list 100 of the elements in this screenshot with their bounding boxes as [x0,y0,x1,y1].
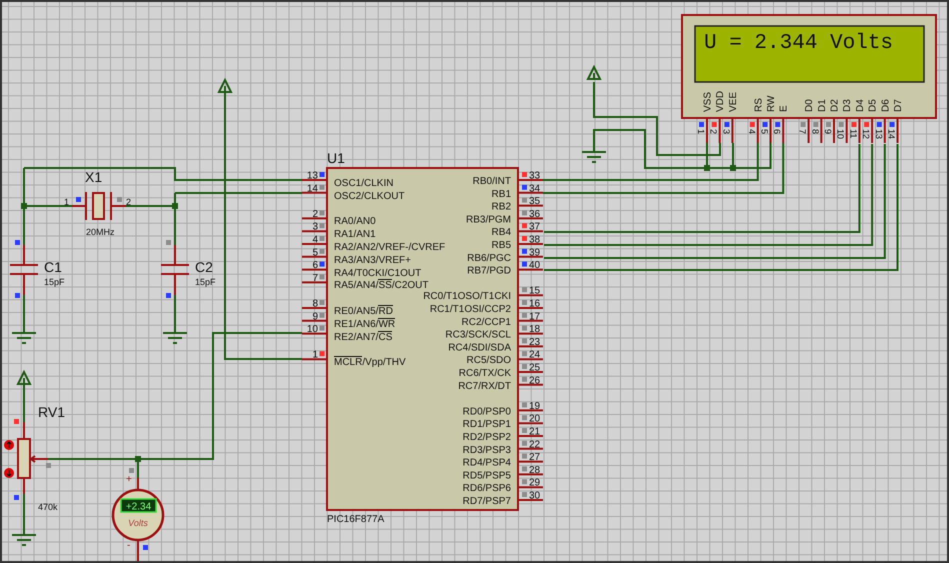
pin-number: 5 [760,129,770,134]
pin-label: RA4/T0CKI/C1OUT [334,266,422,278]
pin-number: 9 [312,311,318,322]
pin-number: 3 [312,222,318,233]
pin-number: 27 [529,452,540,464]
pin-number: 10 [836,129,846,140]
pin-label: RD4/PSP4 [462,458,511,469]
pin-lead [518,358,543,360]
pin-lead [302,192,327,194]
pin-label: MCLR/Vpp/THV [334,356,406,368]
ground-icon [582,151,606,163]
pin-lead [518,473,543,476]
pin-label: RW [766,96,777,112]
wire [23,494,25,535]
pin-label: OSC1/CLKIN [334,177,394,188]
pin-label: RA0/AN0 [334,215,376,226]
pin-number: 18 [529,324,540,336]
voltmeter-unit: Volts [128,518,148,528]
pin-lead [518,345,543,348]
voltmeter-display: +2.34 [120,498,157,513]
pin-number: 2 [312,208,318,220]
pin-label: RC3/SCK/SCL [445,330,511,341]
pin-label: E [778,105,790,112]
pin-number: 13 [306,170,318,182]
pin-lead [871,118,874,143]
pin-number: 24 [529,350,540,361]
pin-lead [808,118,810,143]
pin-label: RB5 [492,240,511,251]
pin-label: D2 [830,99,840,112]
pin-lead [518,384,543,386]
pin-lead [302,281,327,284]
pin-label: RD2/PSP2 [462,432,511,443]
pin-number: 20 [529,414,540,425]
decrease-button[interactable] [4,468,14,478]
pin-label: RD1/PSP1 [462,419,511,430]
pin-number: 2 [708,129,719,134]
component-value: 470k [38,502,58,512]
pin-number: 1 [312,350,318,361]
pin-label: RE1/AN6/WR [334,318,396,329]
pin-label: RB4 [492,227,511,238]
component-reference: U1 [327,150,345,166]
pin-number: 13 [874,129,884,140]
increase-button[interactable] [4,440,14,450]
pin-label: D7 [893,99,904,112]
pin-lead [518,268,543,271]
polarity-sign: + [126,474,132,485]
pin-lead [518,422,543,424]
pin-number: 33 [529,170,540,182]
pin-number: 7 [798,129,808,134]
pin-number: 21 [529,426,540,438]
pin-lead [302,268,327,271]
pin-label: RD3/PSP3 [462,444,511,456]
pin-lead [731,118,734,143]
pin-number: 28 [529,464,540,476]
pin-lead [518,460,543,463]
pin-number: 12 [861,129,872,140]
pin-label: RE0/AN5/RD [334,305,393,316]
potentiometer-symbol [17,422,49,494]
pin-lead [884,118,886,143]
pin-number: 11 [848,129,858,138]
pin-number: 4 [746,129,757,134]
component-value: 20MHz [86,227,115,237]
pin-number: 2 [126,197,132,207]
pin-label: RD5/PSP5 [462,470,511,482]
pin-label: D4 [854,99,866,112]
pin-label: RA3/AN3/VREF+ [334,254,411,265]
pin-number: 1 [64,197,69,207]
pin-label: D0 [804,99,816,112]
pin-lead [518,217,543,220]
pin-lead [518,409,543,412]
pin-label: VEE [728,92,739,112]
wire [23,295,25,333]
pin-label: RA5/AN4/SS/C2OUT [334,279,428,290]
pin-lead [820,118,822,143]
pin-lead [518,294,543,296]
component-reference: C2 [195,259,213,275]
component-reference: X1 [85,169,102,185]
pin-lead [302,217,327,220]
pin-number: 35 [529,196,540,208]
pin-label: RE2/AN7/CS [334,330,392,342]
power-terminal-icon [587,64,601,80]
pin-lead [518,192,543,194]
pin-number: 23 [529,336,540,348]
pin-lead [518,230,543,232]
pin-number: 16 [529,298,540,310]
pin-lead [718,118,721,143]
pin-number: 6 [772,129,782,134]
capacitor-symbol [10,245,38,295]
component-value: 15pF [44,277,65,287]
pin-label: RC4/SDI/SDA [448,342,511,354]
pin-number: 39 [529,247,540,258]
pin-number: 14 [306,183,318,194]
pin-label: OSC2/CLKOUT [334,190,405,201]
pin-number: 8 [810,129,820,134]
capacitor-symbol [161,245,189,295]
power-terminal-icon [218,78,232,93]
pin-lead [302,256,327,258]
pin-label: D6 [880,99,892,112]
pin-lead [782,118,784,143]
component-reference: RV1 [38,404,65,420]
